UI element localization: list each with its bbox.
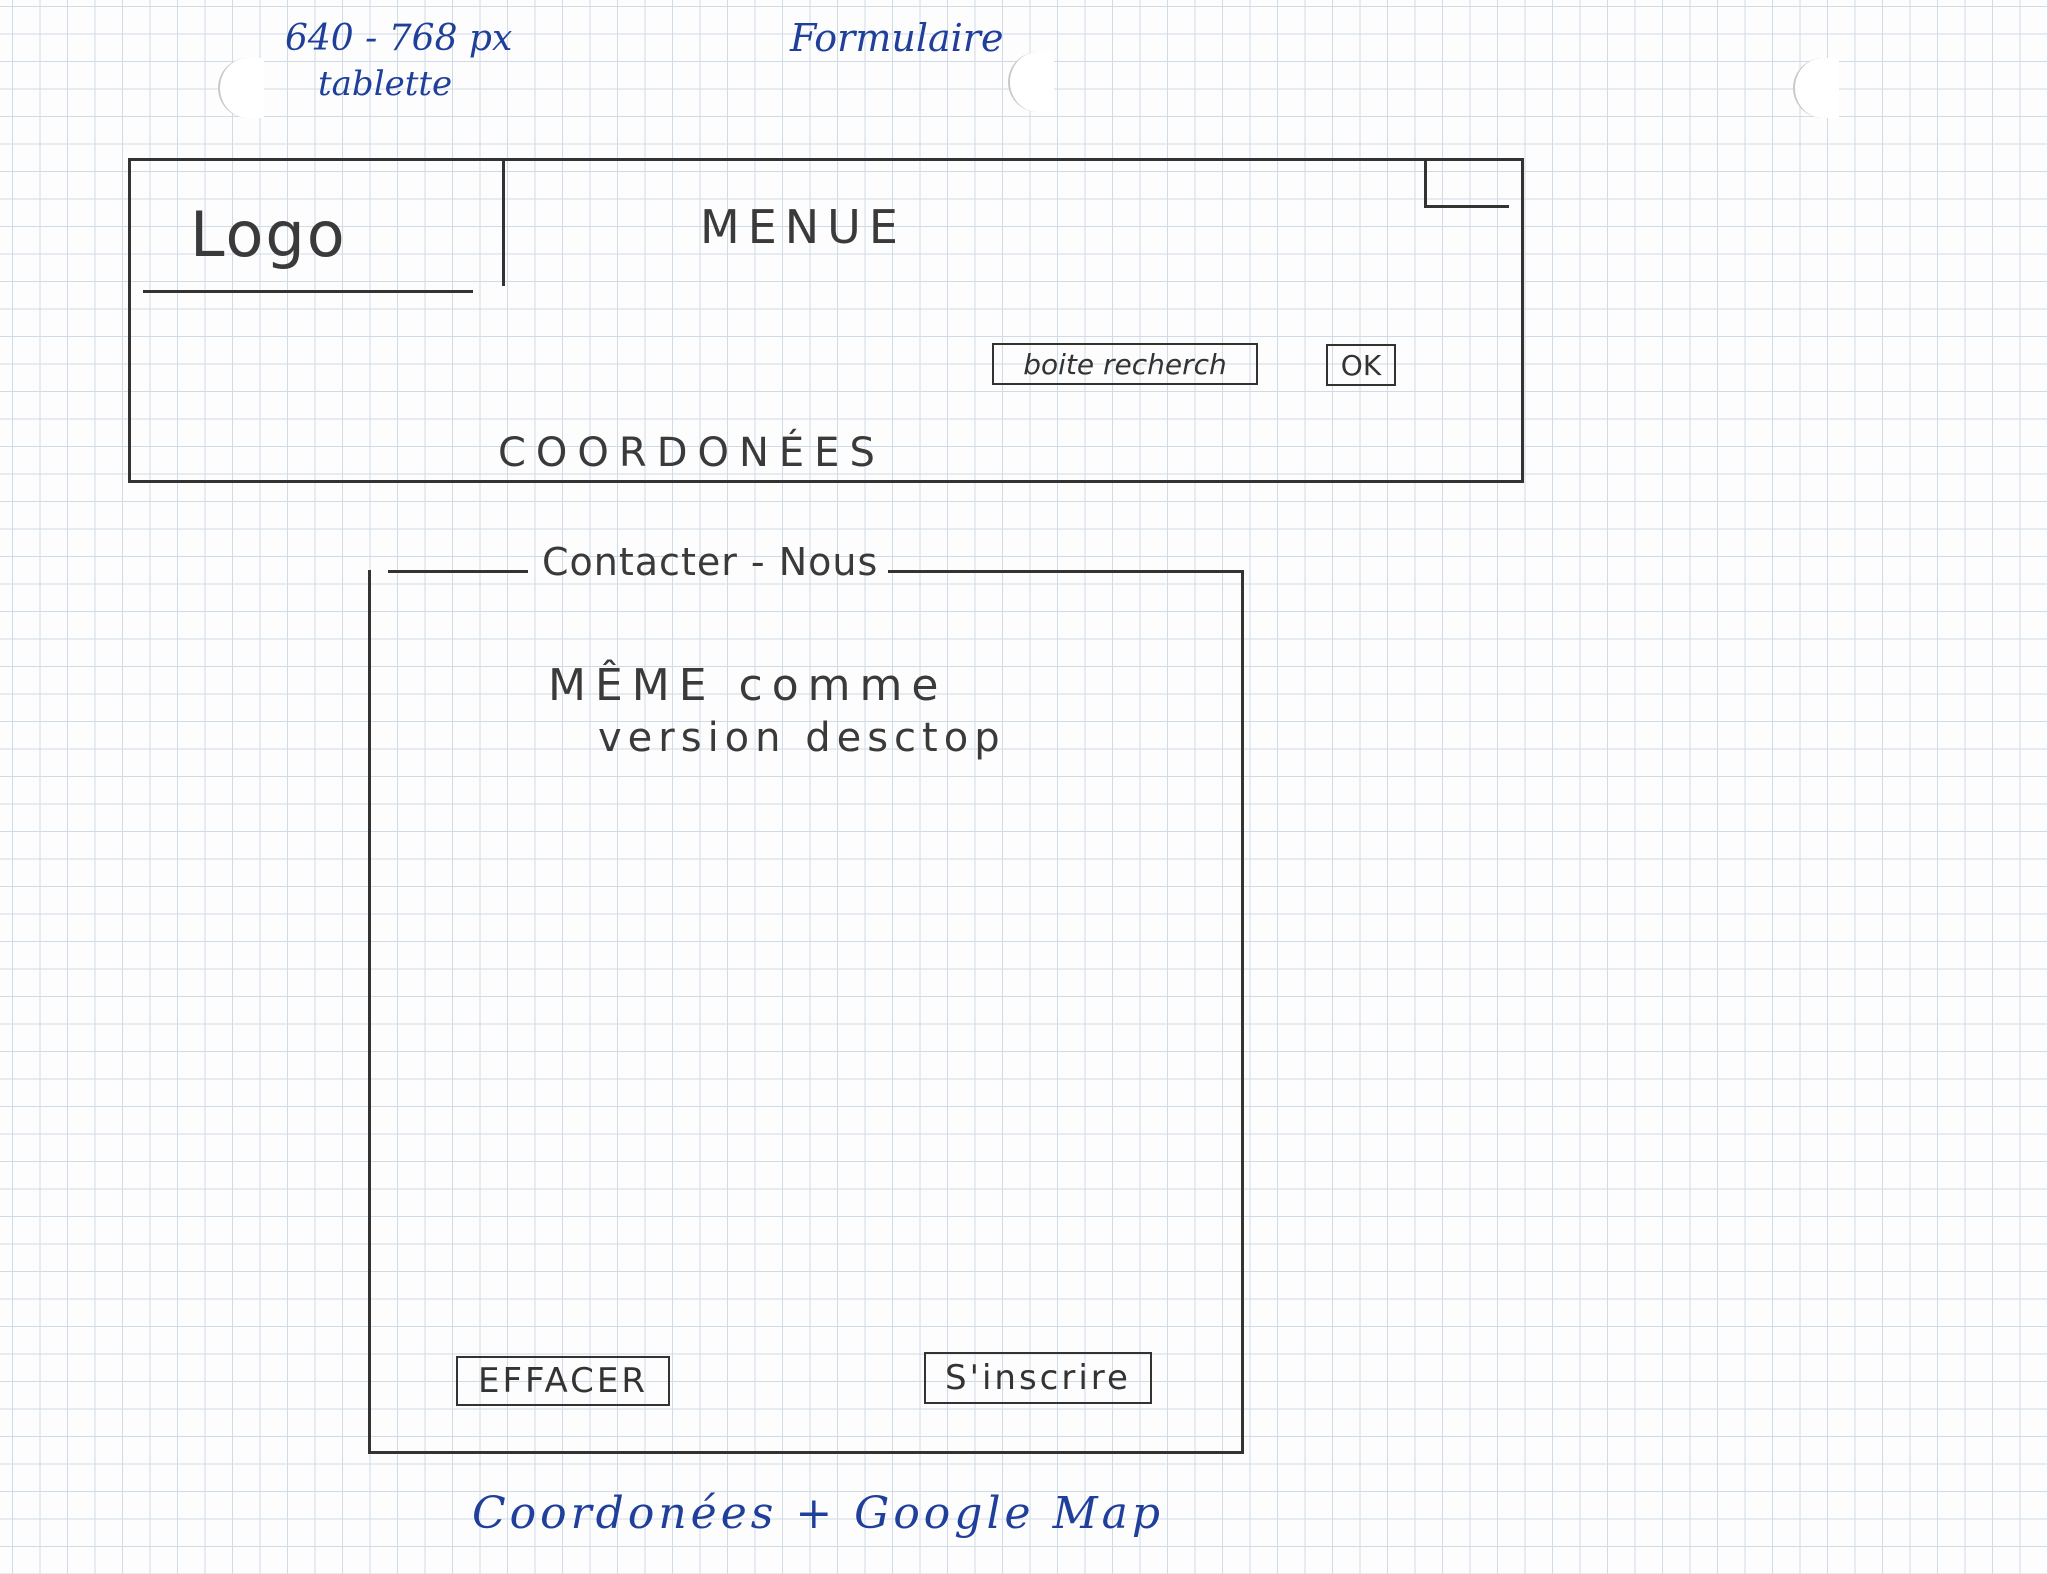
device-note: tablette: [318, 64, 453, 104]
form-legend: Contacter - Nous: [542, 540, 879, 584]
binder-hole-middle: [1008, 52, 1054, 112]
page-title: Formulaire: [790, 16, 1004, 60]
logo-divider: [502, 160, 505, 286]
corner-mark: [1424, 160, 1509, 208]
form-top-border-left: [388, 570, 528, 573]
clear-button[interactable]: EFFACER: [456, 1356, 670, 1406]
logo: Logo: [190, 198, 347, 271]
form-note-line1: MÊME comme: [548, 660, 948, 711]
form-top-border-right: [888, 570, 1244, 573]
ok-button[interactable]: OK: [1326, 344, 1396, 386]
coordonnees-label: COORDONÉES: [498, 430, 885, 476]
binder-hole-right: [1793, 58, 1839, 118]
menu[interactable]: MENUE: [700, 200, 906, 254]
dimensions-note: 640 - 768 px: [285, 18, 513, 59]
footer-note: Coordonées + Google Map: [472, 1488, 1165, 1539]
search-input[interactable]: boite recherch: [992, 343, 1258, 385]
binder-hole-left: [218, 58, 264, 118]
logo-underline: [143, 290, 473, 293]
form-note-line2: version desctop: [598, 715, 1006, 761]
subscribe-button[interactable]: S'inscrire: [924, 1352, 1152, 1404]
